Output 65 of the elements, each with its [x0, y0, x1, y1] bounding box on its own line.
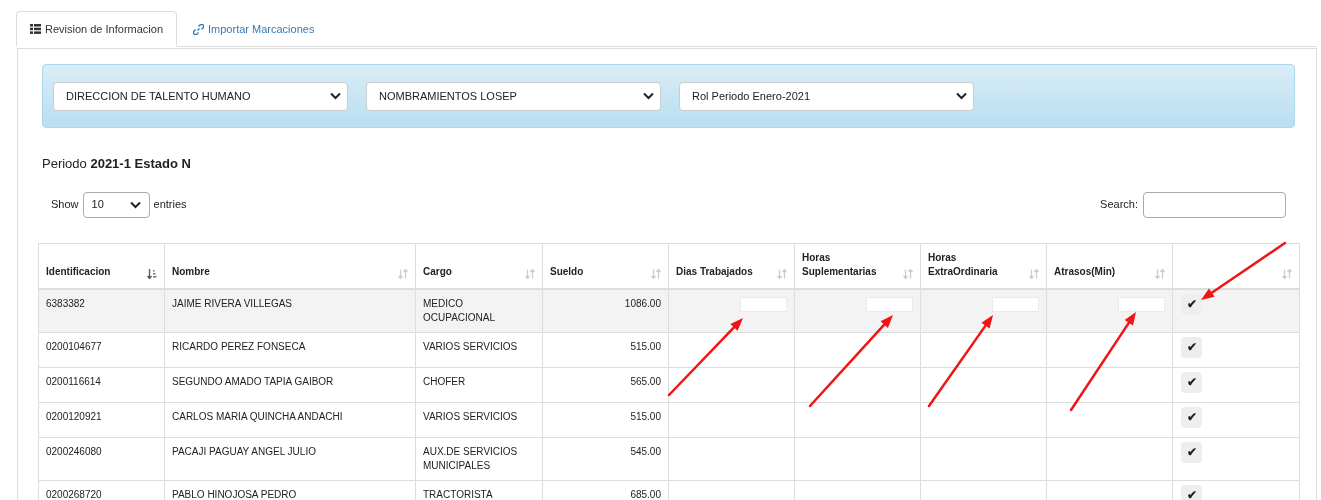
dropdown[interactable]: Rol Periodo Enero-2021: [679, 81, 974, 111]
sort-icon[interactable]: [1029, 269, 1039, 279]
column-header: Cargo: [423, 265, 453, 279]
search-label: Search:: [1100, 197, 1138, 213]
table-cell-text: 0200268720: [46, 488, 103, 500]
page-length-select[interactable]: 10: [82, 191, 150, 218]
dropdown[interactable]: NOMBRAMIENTOS LOSEP: [366, 81, 661, 111]
sort-icon[interactable]: [398, 269, 408, 279]
confirm-button[interactable]: ✔: [1181, 485, 1202, 500]
column-header: Horas Suplementarias: [802, 251, 878, 279]
table-cell-text: MEDICO OCUPACIONAL: [423, 297, 497, 325]
confirm-button[interactable]: ✔: [1181, 442, 1202, 463]
sort-icon[interactable]: [903, 269, 913, 279]
column-header: Sueldo: [550, 265, 585, 279]
column-header: Dias Trabajados: [676, 265, 754, 279]
chevron-down-icon: [643, 92, 654, 100]
sort-ascending-icon[interactable]: [147, 269, 157, 279]
entries-label: entries: [153, 197, 187, 213]
period-label: Periodo 2021-1 Estado N: [42, 156, 191, 171]
table-cell-text: AUX.DE SERVICIOS MUNICIPALES: [423, 445, 519, 473]
sort-icon[interactable]: [651, 269, 661, 279]
column-header: Nombre: [172, 265, 211, 279]
table-cell-text: SEGUNDO AMADO TAPIA GAIBOR: [172, 375, 335, 389]
link-icon: [193, 23, 204, 35]
table-cell-text: JAIME RIVERA VILLEGAS: [172, 297, 294, 311]
confirm-button[interactable]: ✔: [1181, 372, 1202, 393]
column-header: Horas ExtraOrdinaria: [928, 251, 999, 279]
table-cell-text: TRACTORISTA: [423, 488, 494, 500]
table-cell-text: VARIOS SERVICIOS: [423, 340, 519, 354]
table-cell-text: PABLO HINOJOSA PEDRO: [172, 488, 298, 500]
tab[interactable]: Importar Marcaciones: [177, 11, 331, 47]
table-cell-text: 0200104677: [46, 340, 103, 354]
table-cell-text: 1086.00: [623, 297, 661, 311]
table-cell-text: CARLOS MARIA QUINCHA ANDACHI: [172, 410, 344, 424]
table-cell-text: 565.00: [629, 375, 661, 389]
column-header: Atrasos(Min): [1054, 265, 1117, 279]
table-cell-text: 515.00: [629, 410, 661, 424]
chevron-down-icon: [330, 92, 341, 100]
table-cell-text: PACAJI PAGUAY ANGEL JULIO: [172, 445, 317, 459]
confirm-button[interactable]: ✔: [1181, 407, 1202, 428]
sort-icon[interactable]: [1282, 269, 1292, 279]
table-cell-text: RICARDO PEREZ FONSECA: [172, 340, 307, 354]
confirm-button[interactable]: ✔: [1181, 294, 1202, 315]
chevron-down-icon: [129, 200, 141, 209]
table-cell-text: 0200120921: [46, 410, 103, 424]
chevron-down-icon: [956, 92, 967, 100]
input-field[interactable]: [1118, 297, 1165, 312]
table-cell-text: 6383382: [46, 297, 86, 311]
table-cell-text: 0200246080: [46, 445, 103, 459]
table-cell-text: 0200116614: [46, 375, 102, 389]
table-cell-text: CHOFER: [423, 375, 467, 389]
confirm-button[interactable]: ✔: [1181, 337, 1202, 358]
tab[interactable]: Revision de Informacion: [16, 11, 177, 47]
sort-icon[interactable]: [1155, 269, 1165, 279]
table-cell-text: 515.00: [629, 340, 661, 354]
search-field[interactable]: [1143, 191, 1286, 218]
table-cell-text: 545.00: [629, 445, 661, 459]
dropdown[interactable]: DIRECCION DE TALENTO HUMANO: [53, 81, 348, 111]
show-label: Show: [51, 197, 79, 213]
list-icon: [30, 24, 41, 34]
table-cell-text: VARIOS SERVICIOS: [423, 410, 519, 424]
sort-icon[interactable]: [525, 269, 535, 279]
table-cell-text: 685.00: [629, 488, 661, 500]
sort-icon[interactable]: [777, 269, 787, 279]
column-header: Identificacion: [46, 265, 112, 279]
